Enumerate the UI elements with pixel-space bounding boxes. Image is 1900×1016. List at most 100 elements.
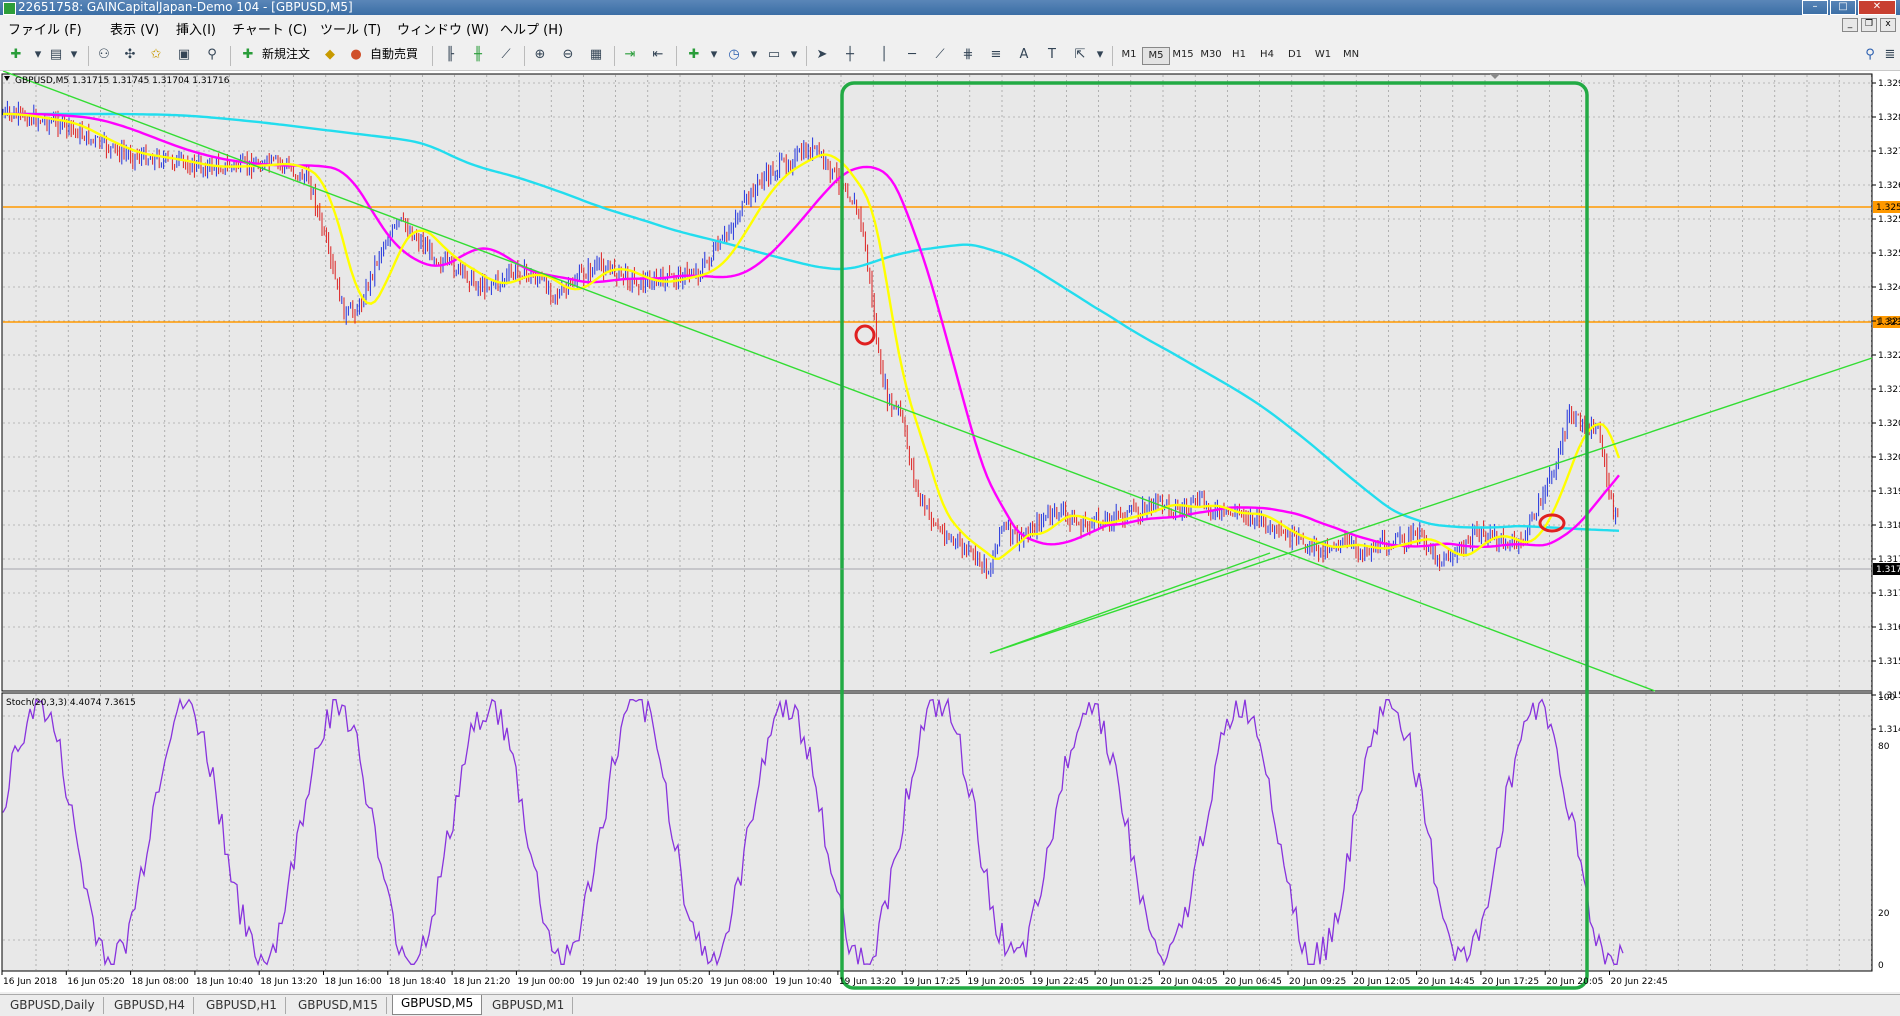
tab-gbpusd-m1[interactable]: GBPUSD,M1 [484,997,574,1014]
mdi-close-button[interactable]: x [1880,18,1896,32]
toolbar-separator [676,46,677,66]
periods-icon[interactable]: ◷ [724,46,744,64]
time-label: 20 Jun 14:45 [1418,977,1475,987]
timeframe-m30[interactable]: M30 [1198,47,1224,63]
time-label: 20 Jun 22:45 [1611,977,1668,987]
dropdown-arrow-icon[interactable]: ▾ [28,46,48,64]
price-label: 1.317 [1878,589,1900,599]
menu-icon[interactable]: ≣ [1880,46,1900,64]
price-label: 1.314 [1878,725,1900,735]
time-label: 18 Jun 21:20 [453,977,510,987]
timeframe-h1[interactable]: H1 [1226,47,1252,63]
zoom-in-icon[interactable]: ⊕ [530,46,550,64]
chart-canvas[interactable]: 1.325 1.323 1.329 1.328 1.327 1.326 1.325 1.32… [0,70,1900,992]
window-title: 22651758: GAINCapitalJapan-Demo 104 - [G… [18,0,353,14]
text-label-icon[interactable]: T [1042,46,1062,64]
bar-chart-icon[interactable]: ╟ [440,46,460,64]
candlestick-icon[interactable]: ╫ [468,46,488,64]
timeframe-w1[interactable]: W1 [1310,47,1336,63]
vertical-line-icon[interactable]: │ [874,46,894,64]
mdi-restore-button[interactable]: ❐ [1861,18,1877,32]
crosshair-icon[interactable]: ┼ [840,46,860,64]
chart-shift-icon[interactable]: ⇤ [648,46,668,64]
time-label: 20 Jun 17:25 [1482,977,1539,987]
favorites-icon[interactable]: ✩ [146,46,166,64]
timeframe-h4[interactable]: H4 [1254,47,1280,63]
minimize-button[interactable]: – [1802,0,1828,15]
tile-windows-icon[interactable]: ▦ [586,46,606,64]
menu-view[interactable]: 表示 (V) [110,19,159,38]
time-label: 16 Jun 2018 [3,977,57,987]
dropdown-arrow-icon[interactable]: ▾ [744,46,764,64]
terminal-icon[interactable]: ▣ [174,46,194,64]
mdi-minimize-button[interactable]: _ [1842,18,1858,32]
timeframe-d1[interactable]: D1 [1282,47,1308,63]
chart-window[interactable]: 1.325 1.323 1.329 1.328 1.327 1.326 1.325 1.32… [0,70,1900,992]
time-label: 20 Jun 12:05 [1353,977,1410,987]
close-button[interactable]: ✕ [1858,0,1896,15]
dropdown-arrow-icon[interactable]: ▾ [704,46,724,64]
arrows-icon[interactable]: ⇱ [1070,46,1090,64]
toolbar-separator [88,46,89,66]
channel-icon[interactable]: ≡ [986,46,1006,64]
tab-gbpusd-h1[interactable]: GBPUSD,H1 [198,997,286,1014]
menu-chart[interactable]: チャート (C) [232,19,307,38]
menu-tools[interactable]: ツール (T) [320,19,381,38]
line-chart-icon[interactable]: ⟋ [496,46,516,64]
new-chart-icon[interactable]: ✚ [6,46,26,64]
tab-gbpusd-h4[interactable]: GBPUSD,H4 [106,997,194,1014]
stoch-level-label: 0 [1878,961,1884,971]
zoom-out-icon[interactable]: ⊖ [558,46,578,64]
tab-gbpusd-m15[interactable]: GBPUSD,M15 [290,997,387,1014]
new-order-button[interactable]: 新規注文 [262,45,310,63]
price-label: 1.326 [1878,181,1900,191]
auto-trading-icon[interactable]: ● [346,46,366,64]
maximize-button[interactable]: □ [1830,0,1856,15]
menu-help[interactable]: ヘルプ (H) [500,19,563,38]
timeframe-m15[interactable]: M15 [1170,47,1196,63]
strategy-tester-icon[interactable]: ⚲ [202,46,222,64]
indicators-icon[interactable]: ✚ [684,46,704,64]
new-order-icon[interactable]: ✚ [238,46,258,64]
metaeditor-icon[interactable]: ◆ [320,46,340,64]
menu-insert[interactable]: 挿入(I) [176,19,216,38]
menu-bar: ファイル (F) 表示 (V) 挿入(I) チャート (C) ツール (T) ウ… [0,15,1900,38]
time-label: 20 Jun 09:25 [1289,977,1346,987]
price-label: 1.319 [1878,487,1900,497]
menu-window[interactable]: ウィンドウ (W) [397,19,489,38]
toolbar-separator [614,46,615,66]
profiles-icon[interactable]: ▤ [46,46,66,64]
horizontal-line-icon[interactable]: ─ [902,46,922,64]
tab-gbpusd-daily[interactable]: GBPUSD,Daily [2,997,104,1014]
timeframe-m5[interactable]: M5 [1142,47,1170,65]
search-icon[interactable]: ⚲ [1860,46,1880,64]
price-label: 1.328 [1878,113,1900,123]
auto-trading-button[interactable]: 自動売買 [370,45,418,63]
templates-icon[interactable]: ▭ [764,46,784,64]
price-label: 1.325 [1878,215,1900,225]
toolbar-separator [432,46,433,66]
trendline-icon[interactable]: ⟋ [930,46,950,64]
time-label: 20 Jun 01:25 [1096,977,1153,987]
tab-gbpusd-m5[interactable]: GBPUSD,M5 [392,995,483,1015]
chart-tabs: GBPUSD,Daily GBPUSD,H4 GBPUSD,H1 GBPUSD,… [0,994,1900,1016]
indicator-pane[interactable] [1,692,1873,972]
dropdown-arrow-icon[interactable]: ▾ [784,46,804,64]
app-icon [3,2,16,15]
auto-scroll-icon[interactable]: ⇥ [620,46,640,64]
fibonacci-icon[interactable]: ⋕ [958,46,978,64]
timeframe-m1[interactable]: M1 [1116,47,1142,63]
mdi-controls: _ ❐ x [1842,18,1896,32]
dropdown-arrow-icon[interactable]: ▾ [1090,46,1110,64]
cursor-icon[interactable]: ➤ [812,46,832,64]
timeframe-mn[interactable]: MN [1338,47,1364,63]
menu-file[interactable]: ファイル (F) [8,19,82,38]
stoch-level-label: 80 [1878,742,1890,752]
text-icon[interactable]: A [1014,46,1034,64]
navigator-icon[interactable]: ✣ [120,46,140,64]
market-watch-icon[interactable]: ⚇ [94,46,114,64]
time-label: 20 Jun 20:05 [1546,977,1603,987]
price-label: 1.323 [1878,317,1900,327]
dropdown-arrow-icon[interactable]: ▾ [64,46,84,64]
time-label: 19 Jun 13:20 [839,977,896,987]
